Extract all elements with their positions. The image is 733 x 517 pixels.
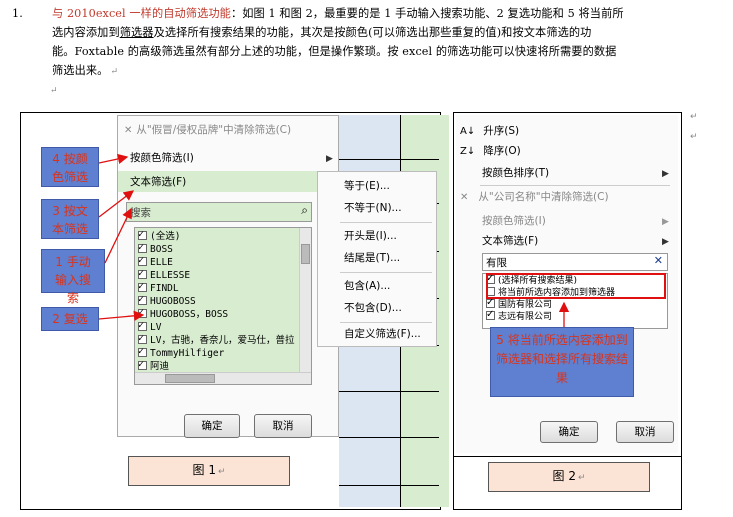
callout-label: 1 手动输入搜索 xyxy=(54,255,91,305)
filter-by-color-label: 按颜色筛选(I) xyxy=(130,152,194,164)
callout-text-filter: 3 按文本筛选 xyxy=(41,199,99,239)
list-item[interactable]: LV，古驰，香奈儿，爱马仕，普拉 xyxy=(138,332,294,347)
sort-by-color-item[interactable]: 按颜色排序(T) xyxy=(482,163,549,183)
text-filter-item[interactable]: 文本筛选(F) xyxy=(130,172,186,192)
list-item[interactable]: TommyHilfiger xyxy=(138,345,224,360)
paragraph-line-2-b: 及选择所有搜索结果的功能，其次是按颜色(可以筛选出那些重复的值)和按文本筛选的功 xyxy=(153,26,592,39)
chevron-right-icon: ▶ xyxy=(662,217,669,227)
ok-button-2[interactable]: 确定 xyxy=(540,421,598,443)
cancel-button-2[interactable]: 取消 xyxy=(616,421,674,443)
callout-multi-select: 2 复选 xyxy=(41,307,99,331)
search-placeholder: 搜索 xyxy=(130,207,151,219)
paragraph-line-2-a: 选内容添加到 xyxy=(52,26,120,39)
filter-by-color-item-2[interactable]: 按颜色筛选(I) xyxy=(482,211,546,231)
paragraph-line-4-text: 筛选出来。 xyxy=(52,64,109,77)
text-filter-submenu: 等于(E)... 不等于(N)... 开头是(I)... 结尾是(T)... 包… xyxy=(317,171,437,347)
filter-menu: ✕从"假冒/侵权品牌"中清除筛选(C) 按颜色筛选(I) ▶ 文本筛选(F) ▶… xyxy=(117,115,339,438)
paragraph-highlight: 与 2010excel 一样的自动筛选功能 xyxy=(52,7,231,20)
paragraph-line-4: 筛选出来。 ↵ xyxy=(52,61,118,82)
sort-asc-label: 升序(S) xyxy=(483,125,520,137)
callout-label: 3 按文本筛选 xyxy=(52,204,89,236)
search-input[interactable]: 搜索 ⌕ xyxy=(126,202,312,222)
vertical-scrollbar[interactable] xyxy=(299,228,311,372)
submenu-custom-filter[interactable]: 自定义筛选(F)... xyxy=(344,324,421,344)
filter-by-color-item[interactable]: 按颜色筛选(I) xyxy=(130,148,330,168)
text-filter-label-2: 文本筛选(F) xyxy=(482,235,539,247)
horizontal-scrollbar[interactable] xyxy=(135,372,311,384)
sort-by-color-label: 按颜色排序(T) xyxy=(482,167,550,179)
list-number: 1. xyxy=(12,7,23,20)
paragraph-underlined: 筛选器 xyxy=(119,26,154,39)
figure-1-caption-text: 图 1 xyxy=(192,463,216,477)
sort-desc-item[interactable]: Z↓ 降序(O) xyxy=(460,141,521,161)
highlight-box xyxy=(486,273,666,299)
search-icon: ⌕ xyxy=(301,203,308,217)
value-list: (全选) BOSS ELLE ELLESSE FINDL HUGOBOSS HU… xyxy=(134,227,312,385)
paragraph-mark: ↵ xyxy=(217,467,226,477)
submenu-equals[interactable]: 等于(E)... xyxy=(344,176,390,196)
paragraph-mark: ↵ xyxy=(110,67,119,77)
chevron-right-icon: ▶ xyxy=(662,237,669,247)
list-item[interactable]: (全选) xyxy=(138,228,180,243)
search-value: 有限 xyxy=(486,257,507,269)
submenu-not-contains[interactable]: 不包含(D)... xyxy=(344,298,402,318)
list-item[interactable]: FINDL xyxy=(138,280,179,295)
paragraph-line-3: 能。Foxtable 的高级筛选虽然有部分上述的功能，但是操作繁琐。按 exce… xyxy=(52,45,617,58)
paragraph-mark: ↵ xyxy=(577,473,586,483)
chevron-right-icon: ▶ xyxy=(326,154,333,164)
list-item[interactable]: HUGOBOSS xyxy=(138,293,196,308)
submenu-contains[interactable]: 包含(A)... xyxy=(344,276,390,296)
clear-filter-item-2[interactable]: ✕ 从"公司名称"中清除筛选(C) xyxy=(460,187,609,207)
paragraph-line-1-text: ：如图 1 和图 2，最重要的是 1 手动输入搜索功能、2 复选功能和 5 将当… xyxy=(230,7,624,20)
sort-desc-icon: Z↓ xyxy=(460,146,476,157)
paragraph-mark: ↵ xyxy=(690,132,698,142)
list-item[interactable]: ELLESSE xyxy=(138,267,190,282)
submenu-not-equals[interactable]: 不等于(N)... xyxy=(344,198,402,218)
paragraph-line-1: 与 2010excel 一样的自动筛选功能：如图 1 和图 2，最重要的是 1 … xyxy=(52,4,624,23)
figure-1-caption: 图 1 ↵ xyxy=(128,456,290,486)
callout-manual-search: 1 手动输入搜索 xyxy=(41,249,105,305)
ok-button[interactable]: 确定 xyxy=(184,414,240,438)
list-item[interactable]: 志远有限公司 xyxy=(486,308,552,324)
clear-search-icon[interactable]: ✕ xyxy=(654,254,663,267)
text-filter-item-2[interactable]: 文本筛选(F) xyxy=(482,231,538,251)
filter-menu-2: A↓ 升序(S) Z↓ 降序(O) 按颜色排序(T) ▶ ✕ 从"公司名称"中清除筛选… xyxy=(456,115,678,453)
clear-filter-icon: ✕ xyxy=(124,125,133,136)
sort-desc-label: 降序(O) xyxy=(483,145,521,157)
search-input-2[interactable]: 有限 ✕ xyxy=(482,253,668,271)
clear-filter-icon: ✕ xyxy=(460,192,469,203)
callout-add-to-filter: 5 将当前所选内容添加到筛选器和选择所有搜索结果 xyxy=(490,327,634,397)
figure-2-caption: 图 2 ↵ xyxy=(488,462,650,492)
callout-label: 4 按颜色筛选 xyxy=(52,152,89,184)
empty-paragraph: ↵ xyxy=(48,80,58,101)
submenu-begins-with[interactable]: 开头是(I)... xyxy=(344,226,397,246)
sort-asc-icon: A↓ xyxy=(460,126,476,137)
figure-2-frame: A↓ 升序(S) Z↓ 降序(O) 按颜色排序(T) ▶ ✕ 从"公司名称"中清除筛选… xyxy=(453,112,682,457)
figure-2-caption-text: 图 2 xyxy=(552,469,576,483)
paragraph-mark: ↵ xyxy=(690,112,698,122)
clear-filter-label: 从"假冒/侵权品牌"中清除筛选(C) xyxy=(136,124,292,136)
cancel-button[interactable]: 取消 xyxy=(254,414,312,438)
clear-filter-item[interactable]: ✕ 从"假冒/侵权品牌"中清除筛选(C) xyxy=(124,120,291,140)
clear-filter-label-2: 从"公司名称"中清除筛选(C) xyxy=(478,191,609,203)
filter-by-color-label-2: 按颜色筛选(I) xyxy=(482,215,546,227)
paragraph-mark: ↵ xyxy=(50,86,58,96)
text-filter-label: 文本筛选(F) xyxy=(130,176,187,188)
sort-asc-item[interactable]: A↓ 升序(S) xyxy=(460,121,519,141)
submenu-ends-with[interactable]: 结尾是(T)... xyxy=(344,248,400,268)
figure-1-frame: ✕从"假冒/侵权品牌"中清除筛选(C) 按颜色筛选(I) ▶ 文本筛选(F) ▶… xyxy=(20,112,449,510)
paragraph-line-2: 选内容添加到筛选器及选择所有搜索结果的功能，其次是按颜色(可以筛选出那些重复的值… xyxy=(52,23,591,42)
callout-color-filter: 4 按颜色筛选 xyxy=(41,147,99,187)
chevron-right-icon: ▶ xyxy=(662,169,669,179)
list-item[interactable]: HUGOBOSS，BOSS xyxy=(138,306,228,321)
